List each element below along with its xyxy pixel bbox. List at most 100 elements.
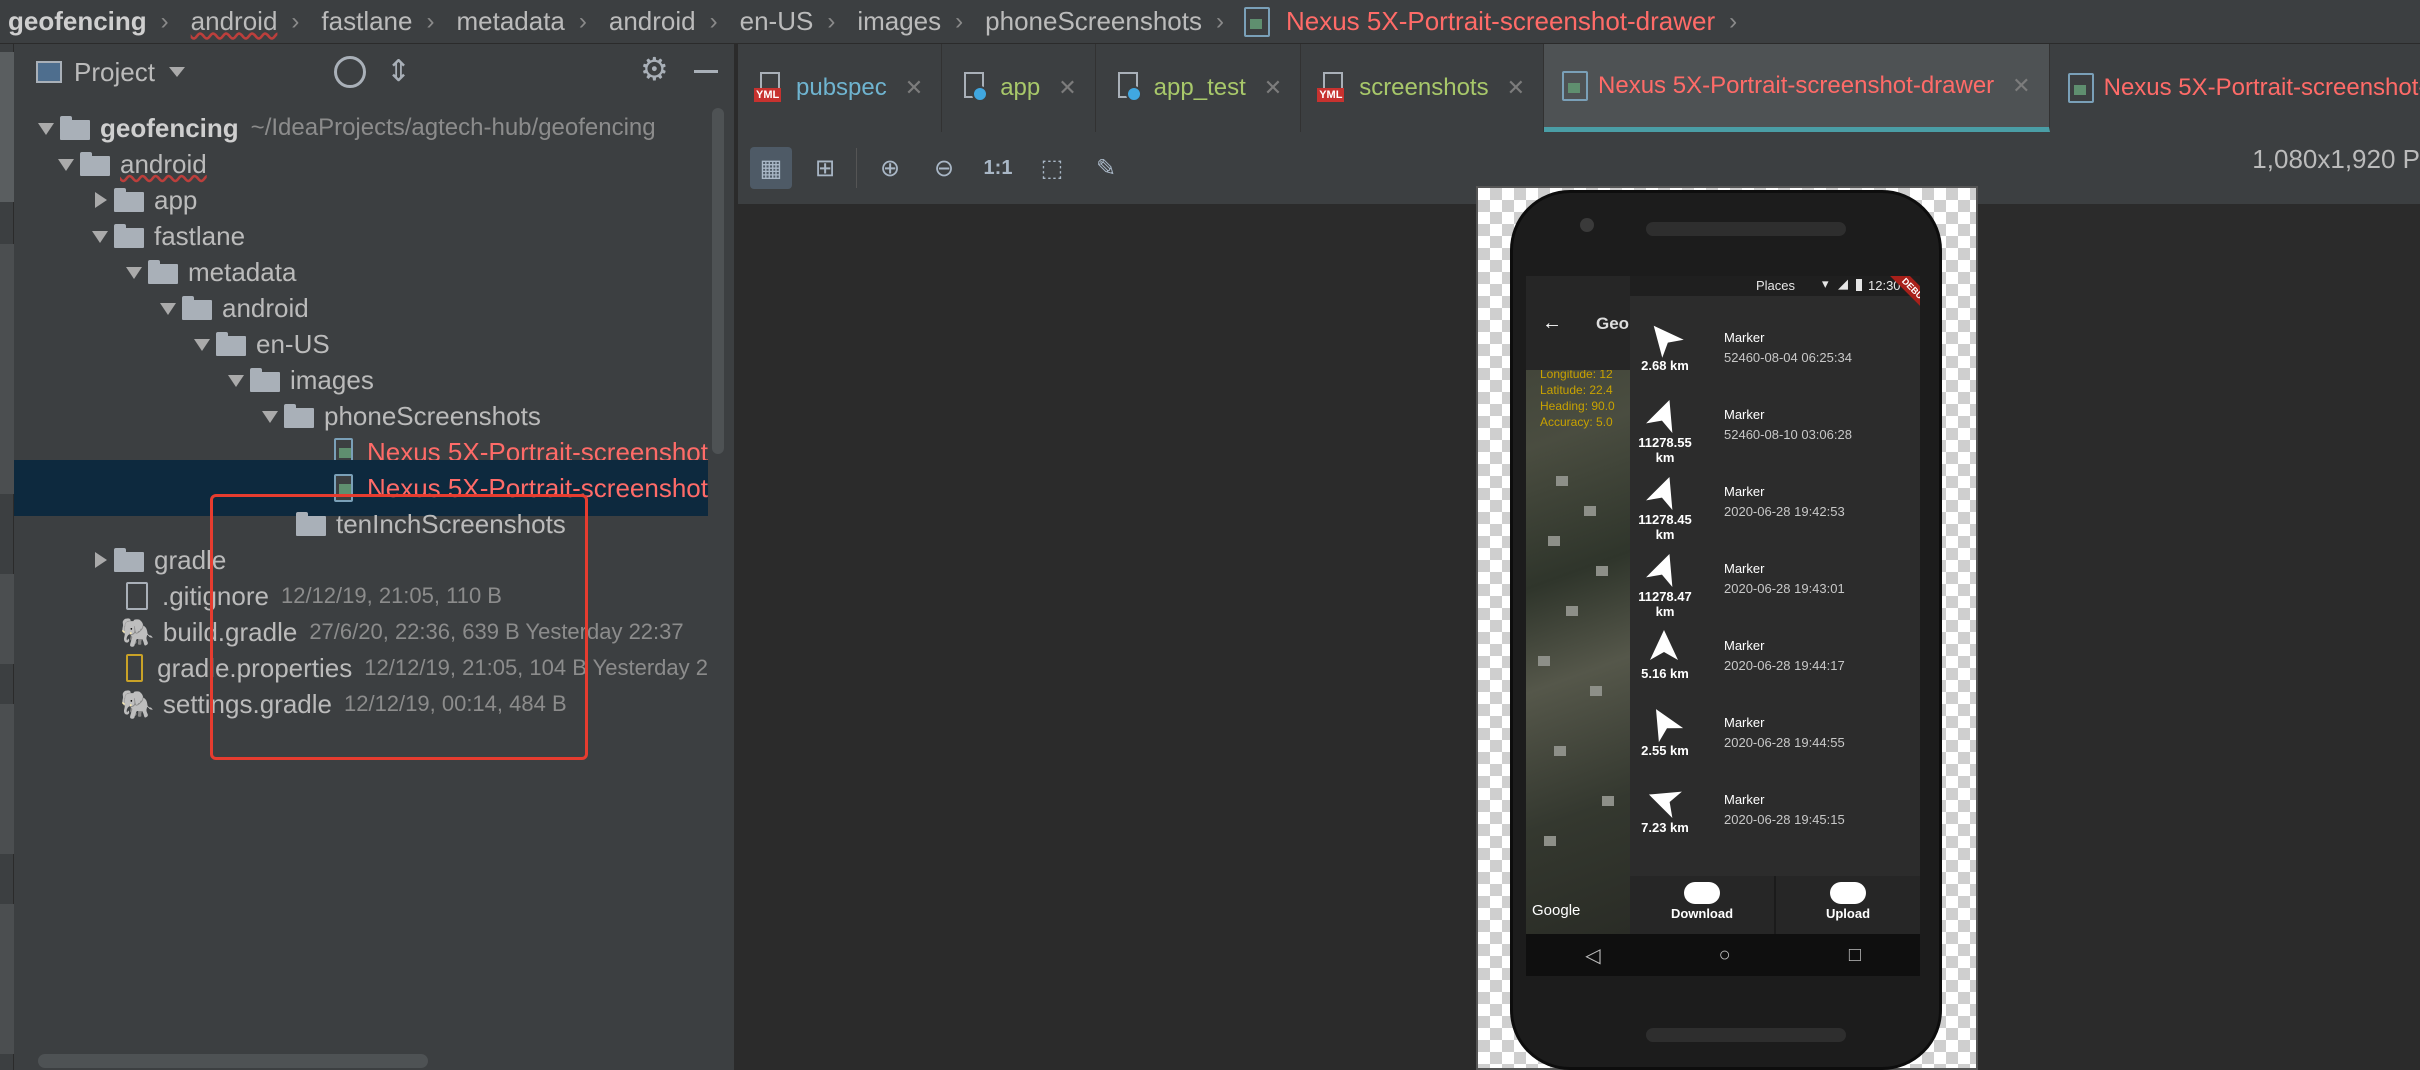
breadcrumb-item[interactable]: images xyxy=(857,6,941,37)
breadcrumb-item[interactable]: android xyxy=(609,6,696,37)
map-building xyxy=(1538,656,1550,666)
side-tab-web[interactable] xyxy=(0,574,14,664)
yml-file-icon: YML xyxy=(754,72,786,104)
collapse-all-icon[interactable]: ⇕ xyxy=(386,54,411,89)
nav-home-icon[interactable]: ○ xyxy=(1719,944,1731,967)
map-building xyxy=(1596,566,1608,576)
tab-screenshot-drawer[interactable]: Nexus 5X-Portrait-screenshot-drawer ✕ xyxy=(1544,44,2050,132)
coord-latitude: Latitude: 22.4 xyxy=(1540,383,1613,397)
tab-label: Nexus 5X-Portrait-screenshot-map xyxy=(2103,74,2420,101)
breadcrumb-item[interactable]: phoneScreenshots xyxy=(985,6,1202,37)
direction-arrow-icon xyxy=(1648,791,1682,818)
editor-tab-bar: YML pubspec ✕ app ✕ app_test ✕ YML scree… xyxy=(738,44,2420,132)
upload-button[interactable]: Upload xyxy=(1776,876,1920,934)
phone-speaker-bottom xyxy=(1646,1028,1846,1042)
marker-list-item[interactable]: 11278.47 km Marker 2020-06-28 19:43:01 xyxy=(1630,547,1920,624)
minimize-icon[interactable] xyxy=(694,70,718,73)
marker-time: 52460-08-10 03:06:28 xyxy=(1724,427,1852,442)
marker-time: 2020-06-28 19:44:55 xyxy=(1724,735,1845,750)
app-bar-title: Geo xyxy=(1596,314,1630,333)
phone-screen: Longitude: 12 Latitude: 22.4 Heading: 90… xyxy=(1526,276,1920,976)
chevron-down-icon[interactable] xyxy=(168,67,185,77)
breadcrumb-item[interactable]: en-US xyxy=(740,6,814,37)
toolbar-divider xyxy=(856,148,857,188)
transparency-checker-icon[interactable]: ▦ xyxy=(750,147,792,189)
tab-app[interactable]: app ✕ xyxy=(942,44,1096,132)
map-building xyxy=(1590,686,1602,696)
map-building xyxy=(1566,606,1578,616)
breadcrumb-separator: › xyxy=(827,7,836,35)
satellite-map: Longitude: 12 Latitude: 22.4 Heading: 90… xyxy=(1526,276,1632,934)
close-icon[interactable]: ✕ xyxy=(1264,75,1282,101)
fit-zoom-icon[interactable]: ⬚ xyxy=(1031,147,1073,189)
marker-list-item[interactable]: 11278.55 km Marker 52460-08-10 03:06:28 xyxy=(1630,393,1920,470)
close-icon[interactable]: ✕ xyxy=(1058,75,1076,101)
zoom-out-icon[interactable]: ⊖ xyxy=(923,147,965,189)
breadcrumb-separator: › xyxy=(160,7,169,35)
tab-screenshot-map[interactable]: Nexus 5X-Portrait-screenshot-map xyxy=(2050,44,2420,132)
marker-list-item[interactable]: 11278.45 km Marker 2020-06-28 19:42:53 xyxy=(1630,470,1920,547)
nav-recents-icon[interactable]: □ xyxy=(1849,944,1861,967)
map-attribution: Google xyxy=(1532,902,1581,919)
breadcrumb: geofencing › android › fastlane › metada… xyxy=(0,0,2420,44)
breadcrumb-separator: › xyxy=(578,7,587,35)
gradle-elephant-icon: 🐘 xyxy=(120,688,155,720)
nav-back-icon[interactable]: ◁ xyxy=(1585,943,1600,968)
horizontal-scrollbar[interactable] xyxy=(38,1054,428,1068)
back-arrow-icon[interactable]: ← xyxy=(1542,312,1562,335)
direction-arrow-icon xyxy=(1646,553,1673,587)
project-panel-title[interactable]: Project xyxy=(74,57,155,88)
android-nav-bar: ◁ ○ □ xyxy=(1526,934,1920,976)
breadcrumb-separator: › xyxy=(1215,7,1224,35)
gear-icon[interactable]: ⚙ xyxy=(640,50,669,88)
tab-label: app_test xyxy=(1153,74,1246,101)
breadcrumb-item[interactable]: geofencing xyxy=(8,6,147,37)
close-icon[interactable]: ✕ xyxy=(905,75,923,101)
side-tab-resource-manager[interactable] xyxy=(0,244,14,494)
tab-pubspec[interactable]: YML pubspec ✕ xyxy=(738,44,943,132)
side-tab-structure[interactable] xyxy=(0,904,14,1054)
locate-icon[interactable] xyxy=(334,56,366,88)
breadcrumb-item[interactable]: android xyxy=(191,6,278,37)
color-picker-icon[interactable]: ✎ xyxy=(1085,147,1127,189)
marker-distance: 2.55 km xyxy=(1641,743,1689,758)
zoom-in-icon[interactable]: ⊕ xyxy=(869,147,911,189)
marker-distance: 2.68 km xyxy=(1641,358,1689,373)
close-icon[interactable]: ✕ xyxy=(1507,75,1525,101)
marker-list-item[interactable]: 2.68 km Marker 52460-08-04 06:25:34 xyxy=(1630,316,1920,393)
map-building xyxy=(1602,796,1614,806)
marker-list-item[interactable]: 2.55 km Marker 2020-06-28 19:44:55 xyxy=(1630,701,1920,778)
actual-size-button[interactable]: 1:1 xyxy=(977,147,1019,189)
marker-list-item[interactable]: 5.16 km Marker 2020-06-28 19:44:17 xyxy=(1630,624,1920,701)
image-file-icon xyxy=(1562,70,1589,101)
tab-app-test[interactable]: app_test ✕ xyxy=(1096,44,1302,132)
breadcrumb-item-current[interactable]: Nexus 5X-Portrait-screenshot-drawer xyxy=(1286,6,1715,37)
side-tab-project[interactable] xyxy=(0,52,14,202)
project-panel-header: Project ⇕ ⚙ xyxy=(14,44,734,100)
tab-label: pubspec xyxy=(796,74,887,101)
marker-title: Marker xyxy=(1724,407,1765,422)
breadcrumb-separator: › xyxy=(291,7,300,35)
close-icon[interactable]: ✕ xyxy=(2012,73,2030,99)
map-building xyxy=(1554,746,1566,756)
breadcrumb-separator: › xyxy=(1729,7,1738,35)
breadcrumb-separator: › xyxy=(709,7,718,35)
direction-arrow-icon xyxy=(1650,630,1678,660)
vertical-scrollbar[interactable] xyxy=(712,108,724,454)
coordinates-overlay: Longitude: 12 Latitude: 22.4 Heading: 90… xyxy=(1540,366,1615,430)
marker-title: Marker xyxy=(1724,715,1765,730)
breadcrumb-item[interactable]: metadata xyxy=(456,6,564,37)
download-button[interactable]: Download xyxy=(1630,876,1774,934)
direction-arrow-icon xyxy=(1646,399,1673,433)
marker-distance: 11278.55 km xyxy=(1638,435,1692,465)
tab-screenshots[interactable]: YML screenshots ✕ xyxy=(1301,44,1545,132)
side-tab-favorites[interactable] xyxy=(0,704,14,854)
breadcrumb-item[interactable]: fastlane xyxy=(321,6,412,37)
grid-icon[interactable]: ⊞ xyxy=(804,147,846,189)
map-building xyxy=(1584,506,1596,516)
marker-list-item[interactable]: 7.23 km Marker 2020-06-28 19:45:15 xyxy=(1630,778,1920,855)
app-bar: ← Geo xyxy=(1526,276,1632,370)
dart-file-icon xyxy=(1114,72,1144,104)
tab-label: screenshots xyxy=(1359,74,1489,101)
marker-distance: 11278.47 km xyxy=(1638,589,1692,619)
